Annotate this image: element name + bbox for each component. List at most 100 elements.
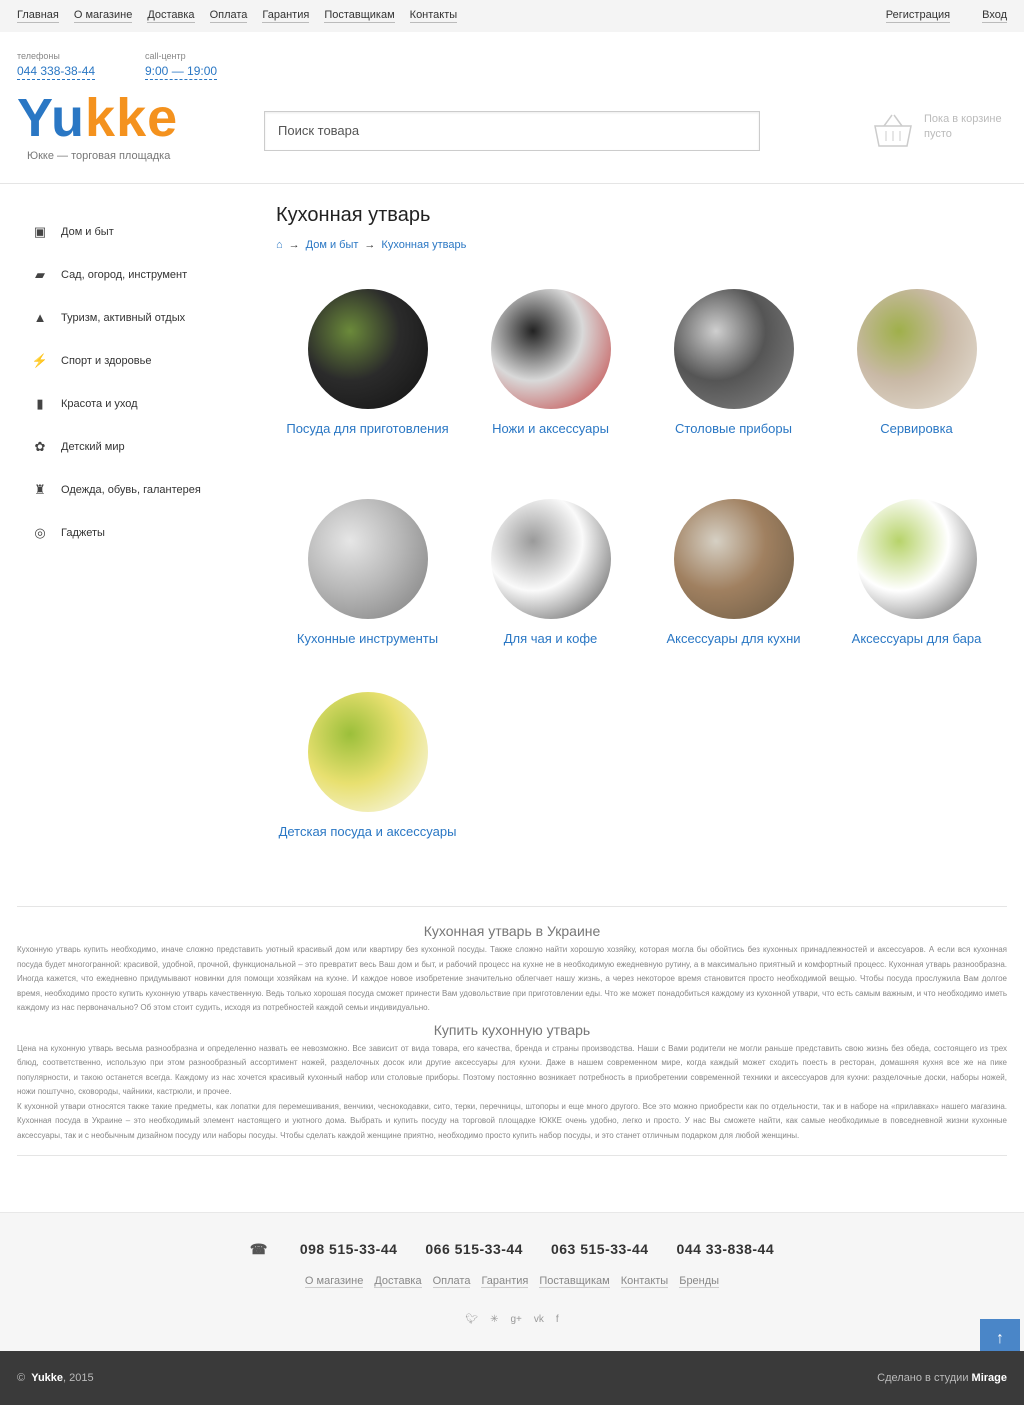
category-tile[interactable]: Кухонные инструменты [276, 499, 459, 648]
register-link[interactable]: Регистрация [885, 9, 951, 23]
footer-brand[interactable]: Yukke [31, 1372, 63, 1384]
facebook-icon[interactable]: f [556, 1314, 559, 1325]
main-content: Кухонная утварь ⌂ → Дом и быт → Кухонная… [276, 204, 1006, 839]
site-header: телефоны 044 338-38-44 call-центр 9:00 —… [0, 32, 1024, 184]
category-label[interactable]: Аксессуары для кухни [642, 630, 825, 648]
category-label[interactable]: Детская посуда и аксессуары [276, 823, 459, 841]
footer-phone-3[interactable]: 063 515-33-44 [551, 1241, 649, 1258]
category-tile[interactable]: Сервировка [825, 289, 1008, 438]
footer-nav-warranty[interactable]: Гарантия [481, 1275, 529, 1288]
category-image[interactable] [673, 499, 794, 619]
arrow-up-icon: ↑ [996, 1330, 1004, 1347]
odnoklassniki-icon[interactable]: ✳ [490, 1314, 498, 1325]
category-image[interactable] [490, 289, 611, 409]
phone-label: телефоны [17, 51, 60, 61]
studio-link[interactable]: Mirage [972, 1372, 1007, 1384]
footer-phones: ☎ 098 515-33-44 066 515-33-44 063 515-33… [0, 1241, 1024, 1258]
category-tile[interactable]: Аксессуары для бара [825, 499, 1008, 648]
footer-nav-about[interactable]: О магазине [304, 1275, 364, 1288]
footer-nav-suppliers[interactable]: Поставщикам [539, 1275, 610, 1288]
top-nav-contacts[interactable]: Контакты [409, 9, 458, 23]
seo-heading-1: Кухонная утварь в Украине [423, 923, 601, 939]
studio-credit: Сделано в студии Mirage [877, 1372, 1007, 1384]
tent-icon: ▲ [33, 310, 47, 325]
sidebar-item-garden[interactable]: ▰ Сад, огород, инструмент [33, 253, 253, 296]
cart-widget[interactable]: Пока в корзине пусто [872, 112, 1002, 148]
sidebar-item-kids[interactable]: ✿ Детский мир [33, 425, 253, 468]
seo-heading-2: Купить кухонную утварь [433, 1021, 591, 1038]
category-image[interactable] [490, 499, 611, 619]
breadcrumb-home-and-living[interactable]: Дом и быт [306, 239, 359, 251]
seo-paragraph-1: Кухонную утварь купить необходимо, иначе… [17, 945, 1007, 1012]
seo-text-block: Кухонная утварь в Украине Кухонную утвар… [17, 906, 1007, 1156]
top-nav-suppliers[interactable]: Поставщикам [324, 9, 395, 23]
category-image[interactable] [307, 289, 428, 409]
house-icon: ▣ [33, 223, 47, 239]
copyright-bar: © Yukke, 2015 Сделано в студии Mirage [0, 1351, 1024, 1405]
sidebar-item-gadgets[interactable]: ◎ Гаджеты [33, 511, 253, 554]
phone-number[interactable]: 044 338-38-44 [17, 64, 96, 80]
top-nav-about[interactable]: О магазине [73, 9, 133, 23]
callcenter-block: call-центр 9:00 — 19:00 [145, 51, 218, 80]
phone-icon: ☎ [249, 1241, 268, 1257]
footer-phone-4[interactable]: 044 33-838-44 [677, 1241, 775, 1258]
copyright: © Yukke, 2015 [17, 1372, 94, 1384]
home-icon[interactable]: ⌂ [276, 239, 283, 251]
vk-icon[interactable]: vk [534, 1314, 544, 1325]
category-label[interactable]: Сервировка [825, 420, 1008, 438]
category-image[interactable] [856, 499, 977, 619]
footer-nav-brands[interactable]: Бренды [679, 1275, 720, 1288]
callcenter-hours[interactable]: 9:00 — 19:00 [145, 64, 218, 80]
top-nav-delivery[interactable]: Доставка [147, 9, 195, 23]
footer-phone-2[interactable]: 066 515-33-44 [425, 1241, 523, 1258]
category-label[interactable]: Ножи и аксессуары [459, 420, 642, 438]
google-plus-icon[interactable]: g+ [510, 1314, 521, 1325]
category-tile[interactable]: Для чая и кофе [459, 499, 642, 648]
sidebar-item-tourism[interactable]: ▲ Туризм, активный отдых [33, 296, 253, 339]
tagline: Юкке — торговая площадка [27, 150, 171, 162]
category-label[interactable]: Для чая и кофе [459, 630, 642, 648]
category-tile[interactable]: Посуда для приготовления [276, 289, 459, 438]
category-image[interactable] [307, 499, 428, 619]
social-links: 🐦︎ ✳ g+ vk f [0, 1314, 1024, 1325]
drill-icon: ▰ [35, 266, 45, 282]
twitter-icon[interactable]: 🐦︎ [465, 1314, 478, 1325]
footer-phone-1[interactable]: 098 515-33-44 [300, 1241, 398, 1258]
page-title: Кухонная утварь [276, 204, 431, 226]
category-sidebar: ▣ Дом и быт ▰ Сад, огород, инструмент ▲ Тур… [31, 210, 253, 554]
sidebar-item-sport[interactable]: ⚡ Спорт и здоровье [31, 339, 253, 382]
callcenter-label: call-центр [145, 51, 186, 61]
category-image[interactable] [856, 289, 977, 409]
category-label[interactable]: Кухонные инструменты [276, 630, 459, 648]
category-image[interactable] [673, 289, 794, 409]
site-logo[interactable]: Yukke [17, 88, 178, 148]
top-nav-payment[interactable]: Оплата [209, 9, 248, 23]
top-nav-warranty[interactable]: Гарантия [262, 9, 310, 23]
sidebar-item-home[interactable]: ▣ Дом и быт [33, 210, 253, 253]
sidebar-item-beauty[interactable]: ▮ Красота и уход [33, 382, 253, 425]
category-label[interactable]: Посуда для приготовления [276, 420, 459, 438]
breadcrumb-current[interactable]: Кухонная утварь [381, 239, 466, 251]
footer-nav-delivery[interactable]: Доставка [374, 1275, 422, 1288]
login-link[interactable]: Вход [982, 9, 1007, 23]
top-nav-home[interactable]: Главная [17, 9, 59, 23]
lipstick-icon: ▮ [36, 395, 44, 411]
category-tile[interactable]: Столовые приборы [642, 289, 825, 438]
arrow-icon: → [288, 239, 300, 251]
category-tile[interactable]: Детская посуда и аксессуары [276, 692, 459, 841]
runner-icon: ⚡ [31, 352, 49, 368]
category-image[interactable] [307, 692, 428, 812]
category-label[interactable]: Аксессуары для бара [825, 630, 1008, 648]
category-tile[interactable]: Аксессуары для кухни [642, 499, 825, 648]
basket-icon [874, 114, 912, 147]
teddy-bear-icon: ✿ [34, 438, 46, 454]
phone-block: телефоны 044 338-38-44 [17, 51, 96, 80]
footer-nav-contacts[interactable]: Контакты [620, 1275, 669, 1288]
search-input[interactable]: Поиск товара [264, 111, 760, 151]
category-label[interactable]: Столовые приборы [642, 420, 825, 438]
site-footer: ☎ 098 515-33-44 066 515-33-44 063 515-33… [0, 1212, 1024, 1351]
footer-nav-payment[interactable]: Оплата [432, 1275, 471, 1288]
jacket-icon: ♜ [34, 481, 46, 497]
category-tile[interactable]: Ножи и аксессуары [459, 289, 642, 438]
sidebar-item-clothes[interactable]: ♜ Одежда, обувь, галантерея [33, 468, 253, 511]
